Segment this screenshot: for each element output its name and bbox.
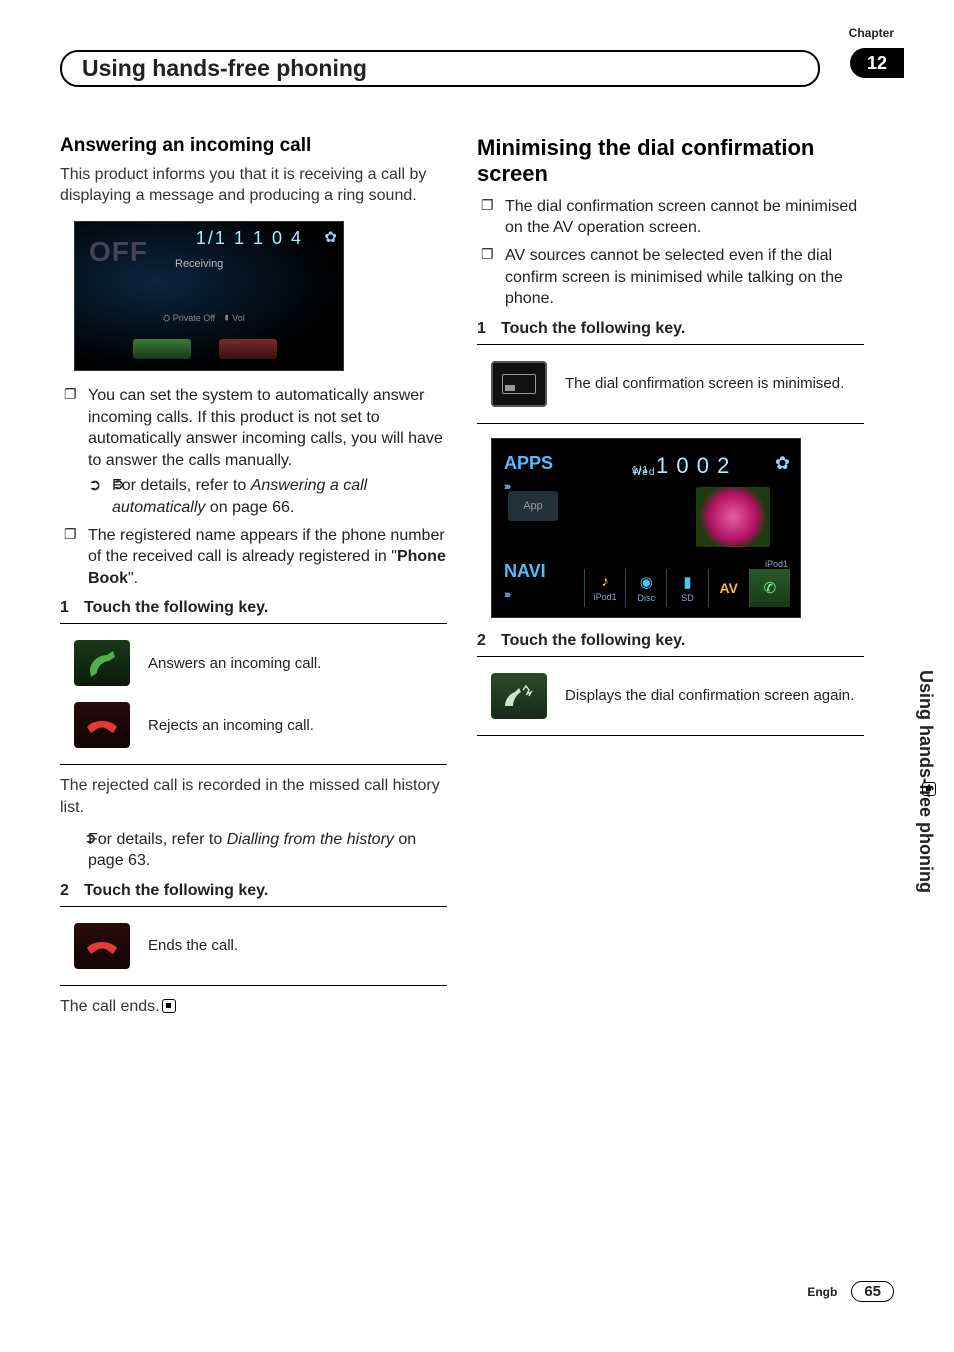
note-min-av: The dial confirmation screen cannot be m… [477,196,864,239]
rejected-note: The rejected call is recorded in the mis… [60,775,447,818]
divider [477,656,864,657]
page-header: Chapter 12 Using hands-free phoning [60,30,894,87]
answering-intro: This product informs you that it is rece… [60,164,447,207]
ss2-apps-label: APPS››› [504,453,553,495]
ss2-app-tile[interactable]: App [508,491,558,521]
reject-call-icon[interactable] [74,702,130,748]
divider [60,906,447,907]
end-call-icon[interactable] [74,923,130,969]
chapter-label: Chapter [849,26,894,40]
reject-key-row: Rejects an incoming call. [60,702,447,748]
restore-key-row: Displays the dial confirmation screen ag… [477,673,864,719]
answer-key-desc: Answers an incoming call. [148,654,447,674]
divider [477,423,864,424]
minimise-key-desc: The dial confirmation screen is minimise… [565,374,864,394]
divider [60,764,447,765]
reject-key-desc: Rejects an incoming call. [148,716,447,736]
ss2-album-art [696,487,770,547]
ss2-av-button[interactable]: AV [708,569,749,607]
left-step-1: 1Touch the following key. [60,599,447,617]
header-title-bar: Using hands-free phoning [60,50,820,87]
ss1-receiving-label: Receiving [175,258,223,270]
ss1-bottom-buttons [133,336,303,362]
right-step-1: 1Touch the following key. [477,320,864,338]
left-column: Answering an incoming call This product … [60,135,447,1027]
divider [60,623,447,624]
minimise-icon[interactable] [491,361,547,407]
ss1-time: 1/1 1 1 0 4 [196,228,303,249]
ss2-ipod-button[interactable]: ♪iPod1 [584,569,625,607]
ss2-navi-label: NAVI››› [504,561,546,603]
answer-key-row: Answers an incoming call. [60,640,447,686]
page-number: 65 [851,1281,894,1302]
answering-notes: You can set the system to automatically … [60,385,447,589]
end-call-desc: Ends the call. [148,936,447,956]
minimising-notes: The dial confirmation screen cannot be m… [477,196,864,310]
page-footer: Engb 65 [807,1281,894,1302]
ss2-ipod-label: iPod1 [765,559,788,569]
left-step-2: 2Touch the following key. [60,882,447,900]
answering-heading: Answering an incoming call [60,135,447,158]
header-title: Using hands-free phoning [82,55,367,81]
minimising-heading: Minimising the dial confirmation screen [477,135,864,188]
note-av-sources: AV sources cannot be selected even if th… [477,245,864,310]
right-column: Minimising the dial confirmation screen … [477,135,864,1027]
note-auto-answer: You can set the system to automatically … [60,385,447,519]
note-phonebook: The registered name appears if the phone… [60,525,447,590]
incoming-call-screenshot: OFF 1/1 1 1 0 4 ✿ Receiving ⛭ Private Of… [74,221,344,371]
ss1-off-label: OFF [89,236,148,268]
gear-icon: ✿ [324,228,337,246]
divider [60,985,447,986]
right-step-2: 2Touch the following key. [477,632,864,650]
ss1-private-label: ⛭ Private Off ▮ Vol [163,313,245,324]
ss2-sd-button[interactable]: ▮SD [666,569,707,607]
ss1-answer-button[interactable] [133,339,191,359]
ss2-source-bar: ♪iPod1 ◉Disc ▮SD AV ✆ [584,569,790,607]
rejected-ref-list: For details, refer to Dialling from the … [60,829,447,872]
ss1-reject-button[interactable] [219,339,277,359]
chapter-number-badge: 12 [850,48,904,78]
phone-pulse-icon[interactable] [491,673,547,719]
divider [477,735,864,736]
ss2-phone-button[interactable]: ✆ [749,569,790,607]
answer-call-icon[interactable] [74,640,130,686]
section-end-icon [162,999,176,1013]
restore-key-desc: Displays the dial confirmation screen ag… [565,686,864,706]
gear-icon: ✿ [775,453,790,474]
minimise-key-row: The dial confirmation screen is minimise… [477,361,864,407]
home-screen-screenshot: APPS››› 1/1 1 0 0 2Wed ✿ App iPod1 NAVI›… [491,438,801,618]
end-call-row: Ends the call. [60,923,447,969]
ref-auto-answer: ➲ For details, refer to Answering a call… [88,475,447,518]
footer-language: Engb [807,1285,837,1299]
call-ends-text: The call ends. [60,996,447,1018]
side-section-end-icon [920,780,936,798]
divider [477,344,864,345]
ss2-disc-button[interactable]: ◉Disc [625,569,666,607]
content-columns: Answering an incoming call This product … [60,135,864,1027]
ref-dial-history: For details, refer to Dialling from the … [60,829,447,872]
